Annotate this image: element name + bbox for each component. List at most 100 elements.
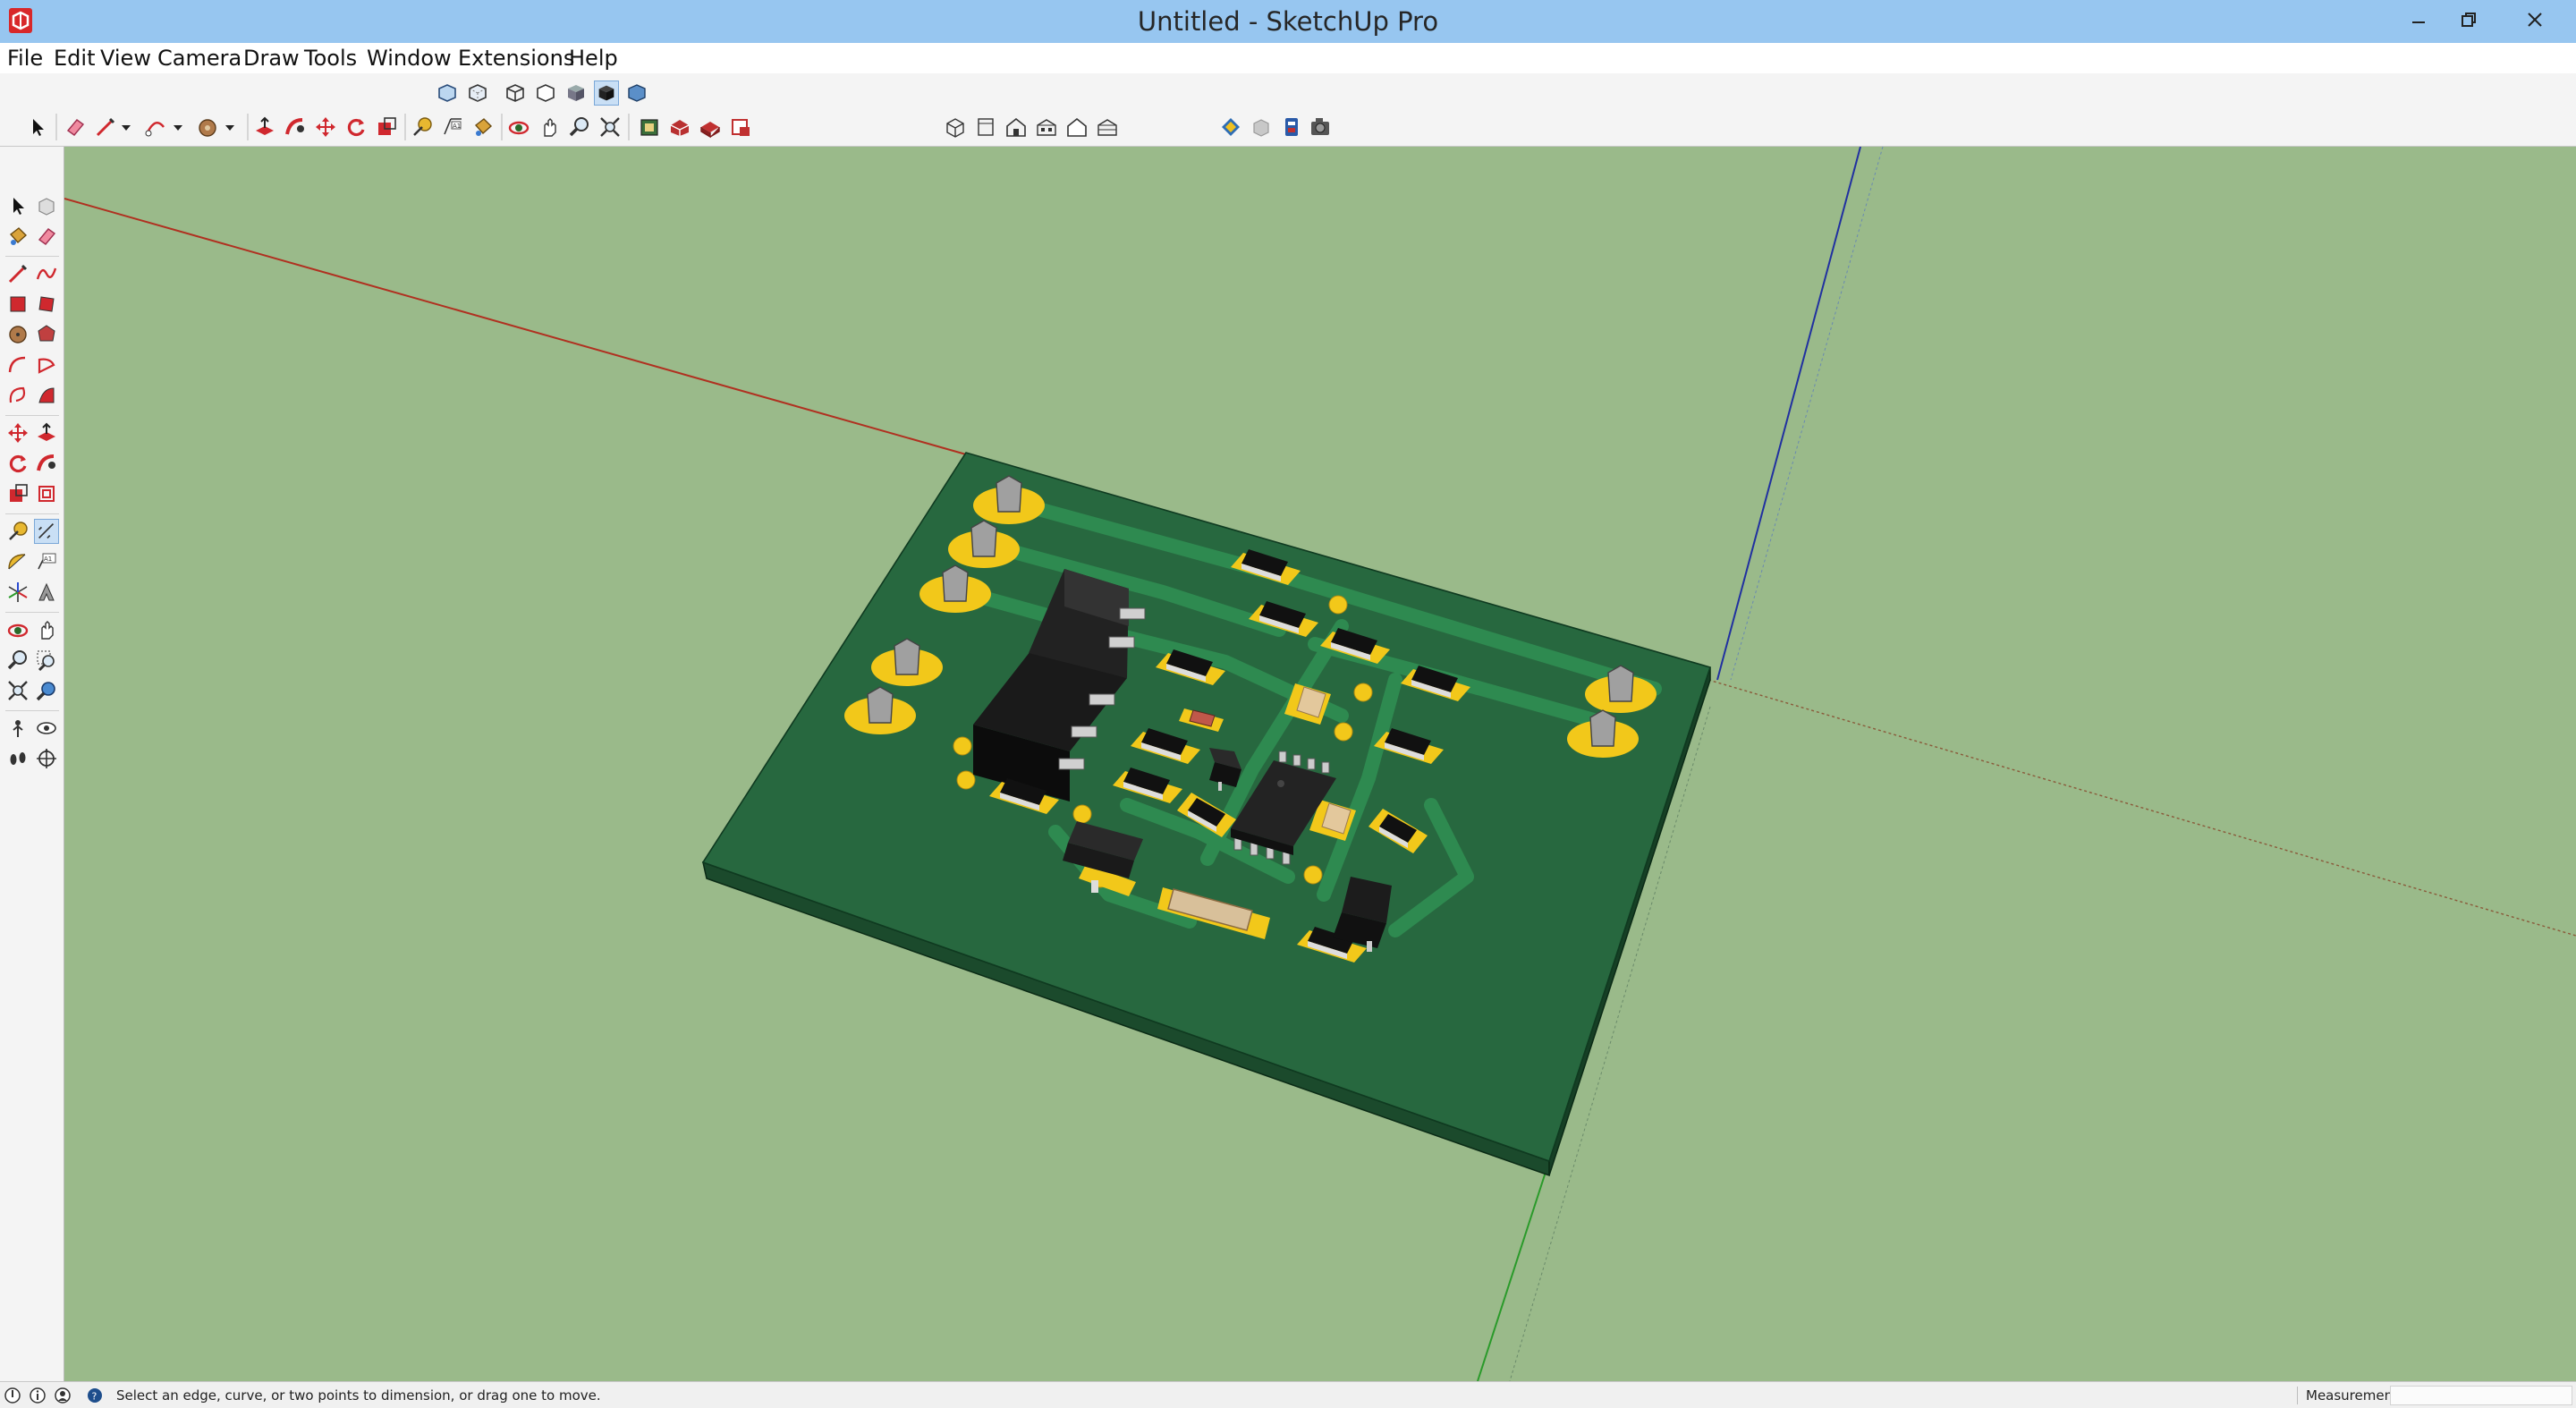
menu-edit[interactable]: Edit bbox=[50, 43, 98, 73]
layout-icon[interactable] bbox=[698, 115, 723, 140]
move-icon[interactable] bbox=[313, 115, 338, 140]
top-view-icon[interactable] bbox=[973, 115, 998, 140]
menu-tools[interactable]: Tools bbox=[301, 43, 360, 73]
pcb-model-scene bbox=[64, 147, 2576, 1381]
shape-icon[interactable] bbox=[195, 115, 220, 140]
model-viewport[interactable] bbox=[64, 147, 2576, 1381]
3d-text-icon[interactable] bbox=[34, 580, 59, 605]
menu-camera[interactable]: Camera bbox=[154, 43, 245, 73]
two-point-arc-icon[interactable] bbox=[5, 383, 30, 408]
make-component-icon[interactable] bbox=[34, 193, 59, 218]
instructor-help-icon[interactable]: ? bbox=[86, 1387, 104, 1404]
move-icon[interactable] bbox=[5, 420, 30, 445]
walk-icon[interactable] bbox=[5, 746, 30, 771]
back-view-icon[interactable] bbox=[1064, 115, 1089, 140]
line-icon[interactable] bbox=[5, 261, 30, 286]
eraser-icon[interactable] bbox=[34, 224, 59, 249]
menu-help[interactable]: Help bbox=[565, 43, 622, 73]
look-around-icon[interactable] bbox=[34, 716, 59, 741]
zoom-icon[interactable] bbox=[567, 115, 592, 140]
push-pull-icon[interactable] bbox=[34, 420, 59, 445]
extension-warehouse-icon[interactable] bbox=[667, 115, 692, 140]
xray-icon[interactable] bbox=[435, 81, 460, 106]
previous-view-icon[interactable] bbox=[34, 678, 59, 703]
pan-icon[interactable] bbox=[34, 617, 59, 642]
polygon-icon[interactable] bbox=[34, 322, 59, 347]
restore-button[interactable] bbox=[2444, 0, 2494, 39]
monochrome-icon[interactable] bbox=[624, 81, 649, 106]
pie-icon[interactable] bbox=[34, 352, 59, 377]
push-pull-icon[interactable] bbox=[252, 115, 277, 140]
scale-icon[interactable] bbox=[374, 115, 399, 140]
back-edges-icon[interactable] bbox=[465, 81, 490, 106]
section-plane-icon[interactable] bbox=[34, 746, 59, 771]
measurements-input[interactable] bbox=[2390, 1386, 2572, 1405]
hidden-line-icon[interactable] bbox=[533, 81, 558, 106]
palette-separator bbox=[5, 415, 59, 416]
line-dropdown-icon[interactable] bbox=[118, 115, 134, 140]
zoom-extents-icon[interactable] bbox=[5, 678, 30, 703]
select-icon[interactable] bbox=[25, 115, 50, 140]
zoom-window-icon[interactable] bbox=[34, 648, 59, 673]
toolbar-separator bbox=[404, 114, 406, 140]
orbit-icon[interactable] bbox=[506, 115, 531, 140]
tape-measure-icon[interactable] bbox=[410, 115, 435, 140]
left-view-icon[interactable] bbox=[1095, 115, 1120, 140]
shaded-icon[interactable] bbox=[564, 81, 589, 106]
axes-icon[interactable] bbox=[5, 580, 30, 605]
rotate-icon[interactable] bbox=[5, 451, 30, 476]
menu-extensions[interactable]: Extensions bbox=[454, 43, 578, 73]
dimension-icon[interactable]: A1 bbox=[440, 115, 465, 140]
palette-separator bbox=[5, 612, 59, 613]
wireframe-icon[interactable] bbox=[503, 81, 528, 106]
tape-measure-icon[interactable] bbox=[5, 519, 30, 544]
zoom-extents-icon[interactable] bbox=[597, 115, 623, 140]
paint-bucket-icon[interactable] bbox=[5, 224, 30, 249]
offset-icon[interactable] bbox=[34, 481, 59, 506]
paint-bucket-icon[interactable] bbox=[470, 115, 496, 140]
component-icon[interactable] bbox=[1249, 115, 1274, 140]
position-camera-icon[interactable] bbox=[5, 716, 30, 741]
kicad-icon[interactable] bbox=[1218, 115, 1243, 140]
geo-location-icon[interactable] bbox=[4, 1387, 21, 1404]
scale-icon[interactable] bbox=[5, 481, 30, 506]
arc-icon[interactable] bbox=[5, 352, 30, 377]
freehand-icon[interactable] bbox=[34, 261, 59, 286]
rotate-icon[interactable] bbox=[343, 115, 369, 140]
arc-dropdown-icon[interactable] bbox=[170, 115, 186, 140]
shaded-with-textures-icon[interactable] bbox=[594, 81, 619, 106]
dimension-icon[interactable] bbox=[34, 519, 59, 544]
text-icon[interactable]: A1 bbox=[34, 549, 59, 574]
right-view-icon[interactable] bbox=[1034, 115, 1059, 140]
menu-draw[interactable]: Draw bbox=[240, 43, 303, 73]
protractor-icon[interactable] bbox=[5, 549, 30, 574]
shape-dropdown-icon[interactable] bbox=[222, 115, 238, 140]
ruby-icon[interactable] bbox=[1279, 115, 1304, 140]
eraser-icon[interactable] bbox=[63, 115, 88, 140]
iso-view-icon[interactable] bbox=[943, 115, 968, 140]
follow-me-icon[interactable] bbox=[34, 451, 59, 476]
select-icon[interactable] bbox=[5, 193, 30, 218]
menu-view[interactable]: View bbox=[97, 43, 155, 73]
toolbar-separator bbox=[628, 114, 630, 140]
credits-icon[interactable] bbox=[29, 1387, 47, 1404]
menu-file[interactable]: File bbox=[4, 43, 47, 73]
orbit-icon[interactable] bbox=[5, 617, 30, 642]
minimize-button[interactable] bbox=[2394, 0, 2444, 39]
follow-me-icon[interactable] bbox=[283, 115, 308, 140]
close-button[interactable] bbox=[2494, 0, 2576, 39]
arc-icon[interactable] bbox=[143, 115, 168, 140]
rectangle-icon[interactable] bbox=[5, 292, 30, 317]
user-account-icon[interactable] bbox=[54, 1387, 72, 1404]
3d-warehouse-icon[interactable] bbox=[637, 115, 662, 140]
pan-icon[interactable] bbox=[537, 115, 562, 140]
camera-icon[interactable] bbox=[1308, 115, 1333, 140]
line-icon[interactable] bbox=[93, 115, 118, 140]
rotated-rectangle-icon[interactable] bbox=[34, 292, 59, 317]
three-point-arc-icon[interactable] bbox=[34, 383, 59, 408]
menu-window[interactable]: Window bbox=[363, 43, 455, 73]
send-to-layout-icon[interactable] bbox=[728, 115, 753, 140]
circle-icon[interactable] bbox=[5, 322, 30, 347]
front-view-icon[interactable] bbox=[1004, 115, 1029, 140]
zoom-icon[interactable] bbox=[5, 648, 30, 673]
